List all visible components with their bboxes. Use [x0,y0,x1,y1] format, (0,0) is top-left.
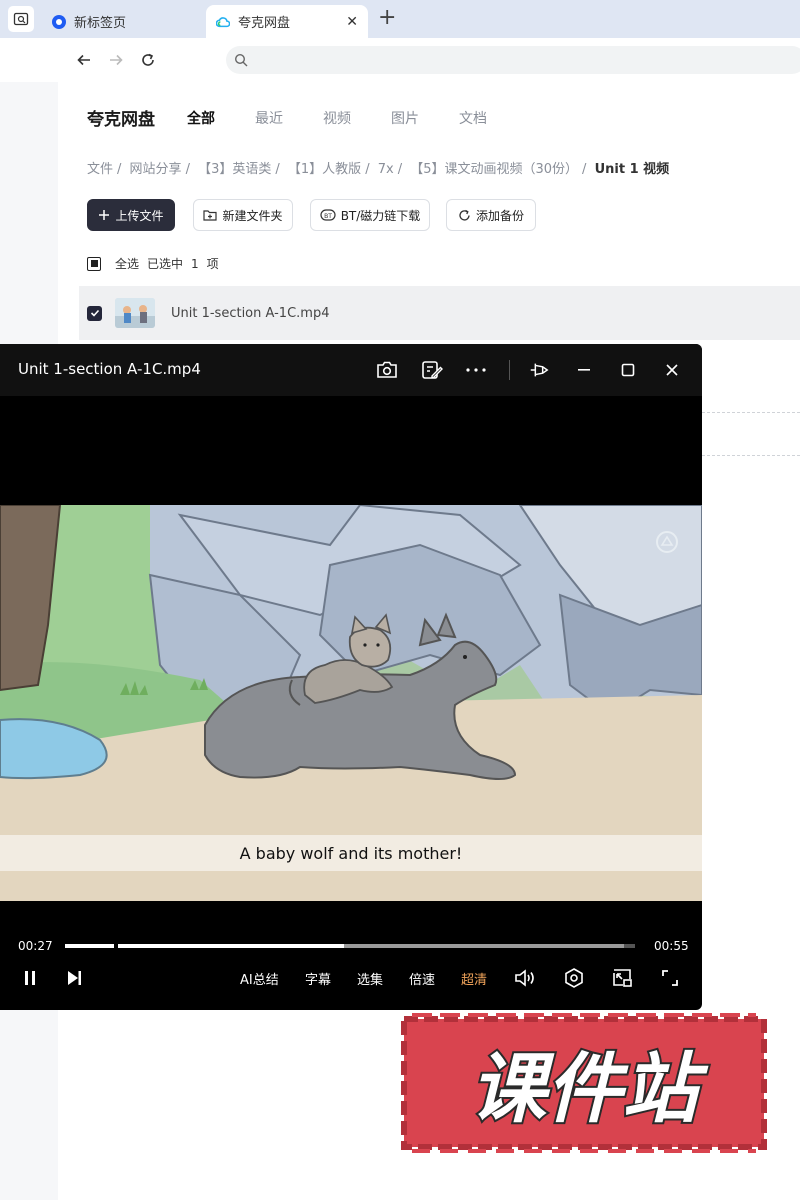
close-tab-icon[interactable]: ✕ [346,14,358,30]
progress-segment-gap [114,944,118,948]
breadcrumb-item[interactable]: 【3】英语类 [198,162,271,177]
check-icon [90,309,99,317]
close-icon[interactable] [661,359,683,381]
next-track-icon[interactable] [63,964,85,992]
row-divider [702,412,800,413]
forward-arrow-icon[interactable] [106,50,126,70]
fullscreen-icon[interactable] [659,964,681,992]
pin-on-top-icon[interactable] [528,359,550,381]
screenshot-camera-icon[interactable] [376,359,398,381]
video-thumbnail [115,298,155,328]
tab-label: 夸克网盘 [238,16,291,31]
player-title-bar[interactable]: Unit 1-section A-1C.mp4 [0,344,702,396]
breadcrumb-item[interactable]: 网站分享 [130,162,182,177]
search-icon [234,53,248,67]
address-bar[interactable] [226,46,800,74]
upload-button[interactable]: 上传文件 [87,199,175,231]
video-subtitle: A baby wolf and its mother! [0,835,702,871]
svg-text:BT: BT [324,213,332,220]
tab-quark-drive[interactable]: 夸克网盘 ✕ [206,5,368,38]
tab-label: 新标签页 [74,16,127,31]
current-time: 00:27 [18,939,53,953]
selected-count: 1 [191,256,199,271]
magnet-icon: BT [320,209,336,221]
new-folder-button[interactable]: 新建文件夹 [193,199,293,231]
progress-played [65,944,345,948]
breadcrumb-item[interactable]: 文件 [87,162,113,177]
quark-cloud-icon [216,16,230,27]
ai-summary-button[interactable]: AI总结 [240,964,279,992]
file-row[interactable]: Unit 1-section A-1C.mp4 [79,286,800,340]
app-title: 夸克网盘 [87,110,155,130]
player-title: Unit 1-section A-1C.mp4 [18,360,201,378]
selected-unit: 项 [206,257,219,271]
add-backup-label: 添加备份 [475,208,524,223]
browser-navbar [0,38,800,82]
sync-icon [459,209,470,221]
browser-tab-strip: 新标签页 夸克网盘 ✕ + [0,0,800,38]
select-all-row: 全选 已选中 1 项 [87,255,219,272]
plus-icon [99,210,110,220]
watermark-stamp: 课件站 [398,1013,770,1153]
upload-label: 上传文件 [115,208,164,223]
breadcrumb-item[interactable]: 7x [378,162,394,177]
title-bar-divider [509,360,510,380]
minimize-icon[interactable] [573,359,595,381]
file-name[interactable]: Unit 1-section A-1C.mp4 [171,306,329,321]
quality-button[interactable]: 超清 [461,964,487,992]
maximize-icon[interactable] [617,359,639,381]
episodes-button[interactable]: 选集 [357,964,383,992]
selected-label: 已选中 [147,257,184,271]
video-player-window: Unit 1-section A-1C.mp4 A baby wolf and … [0,344,702,1010]
new-tab-plus-icon[interactable]: + [378,6,396,30]
tab-video[interactable]: 视频 [323,108,351,128]
breadcrumb-item[interactable]: 【1】人教版 [288,162,361,177]
bt-download-label: BT/磁力链下载 [340,208,421,223]
edit-note-icon[interactable] [421,359,443,381]
select-all-checkbox[interactable] [87,256,101,271]
row-divider [702,455,800,456]
speed-button[interactable]: 倍速 [409,964,435,992]
settings-hexagon-icon[interactable] [562,964,586,992]
video-frame[interactable]: A baby wolf and its mother! [0,505,702,901]
tab-images[interactable]: 图片 [391,108,419,128]
breadcrumb-current: Unit 1 视频 [594,162,670,177]
captions-button[interactable]: 字幕 [305,964,331,992]
more-options-icon[interactable] [465,359,487,381]
add-backup-button[interactable]: 添加备份 [446,199,536,231]
folder-plus-icon [203,210,218,221]
tab-recent[interactable]: 最近 [255,108,283,128]
tab-documents[interactable]: 文档 [459,108,487,128]
tab-search-icon[interactable] [8,6,34,32]
back-arrow-icon[interactable] [74,50,94,70]
file-checkbox[interactable] [87,305,102,321]
new-folder-label: 新建文件夹 [222,208,283,223]
tab-new-tab-page[interactable]: 新标签页 [44,5,204,38]
breadcrumb: 文件 / 网站分享 / 【3】英语类 / 【1】人教版/ 7x / 【5】课文动画视频（… [87,162,670,177]
duration: 00:55 [654,939,689,953]
breadcrumb-item[interactable]: 【5】课文动画视频（30份） [410,162,578,177]
tab-all[interactable]: 全部 [187,108,215,128]
watermark-text: 课件站 [470,1044,709,1133]
quark-browser-icon [52,14,66,29]
picture-in-picture-icon[interactable] [610,964,634,992]
bt-download-button[interactable]: BT BT/磁力链下载 [310,199,430,231]
pause-icon[interactable] [19,964,41,992]
volume-icon[interactable] [513,964,539,992]
select-all-label[interactable]: 全选 [115,255,139,272]
progress-bar[interactable] [65,944,635,948]
reload-icon[interactable] [138,50,158,70]
